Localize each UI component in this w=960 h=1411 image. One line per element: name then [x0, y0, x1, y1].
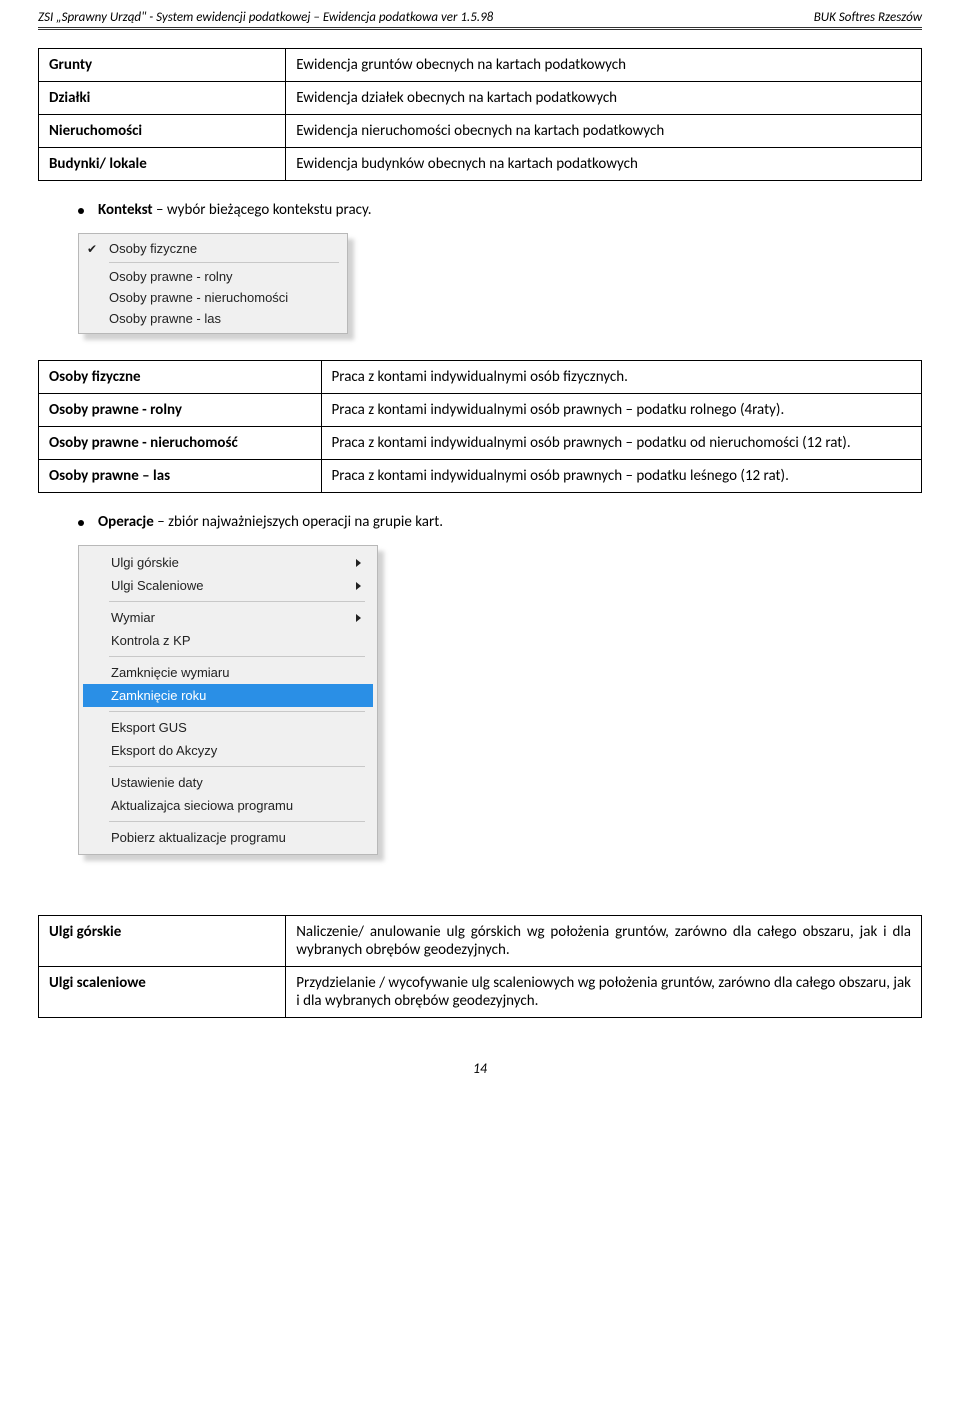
menu-label: Wymiar — [111, 610, 155, 625]
bullet-kontekst: Kontekst – wybór bieżącego kontekstu pra… — [78, 201, 922, 219]
table-row: Działki Ewidencja działek obecnych na ka… — [39, 82, 922, 115]
chevron-right-icon — [356, 582, 361, 590]
table-row: Budynki/ lokale Ewidencja budynków obecn… — [39, 148, 922, 181]
cell-desc: Ewidencja nieruchomości obecnych na kart… — [286, 115, 922, 148]
menu-item-eksport-akcyzy[interactable]: Eksport do Akcyzy — [83, 739, 373, 762]
cell-label: Działki — [39, 82, 286, 115]
menu-label: Eksport do Akcyzy — [111, 743, 217, 758]
table-row: Osoby fizyczne Praca z kontami indywidua… — [39, 361, 922, 394]
cell-label: Budynki/ lokale — [39, 148, 286, 181]
cell-desc: Przydzielanie / wycofywanie ulg scalenio… — [286, 967, 922, 1018]
menu-item-kontrola-kp[interactable]: Kontrola z KP — [83, 629, 373, 652]
menu-item-zamkniecie-wymiaru[interactable]: Zamknięcie wymiaru — [83, 661, 373, 684]
bullet-icon — [78, 208, 84, 214]
cell-label: Ulgi scaleniowe — [39, 967, 286, 1018]
bullet-text: Kontekst – wybór bieżącego kontekstu pra… — [98, 201, 372, 219]
table-row: Grunty Ewidencja gruntów obecnych na kar… — [39, 49, 922, 82]
menu-label: Zamknięcie roku — [111, 688, 206, 703]
chevron-right-icon — [356, 559, 361, 567]
menu-item-osoby-prawne-rolny[interactable]: Osoby prawne - rolny — [83, 266, 343, 287]
table-row: Ulgi scaleniowe Przydzielanie / wycofywa… — [39, 967, 922, 1018]
menu-label: Osoby prawne - nieruchomości — [109, 290, 288, 305]
bullet-icon — [78, 520, 84, 526]
header-right: BUK Softres Rzeszów — [814, 10, 922, 25]
bullet-text: Operacje – zbiór najważniejszych operacj… — [98, 513, 443, 531]
menu-item-ulgi-scaleniowe[interactable]: Ulgi Scaleniowe — [83, 574, 373, 597]
bullet-rest: – zbiór najważniejszych operacji na grup… — [154, 513, 443, 531]
header-rule — [38, 27, 922, 30]
document-header: ZSI „Sprawny Urząd" - System ewidencji p… — [0, 0, 960, 27]
bullet-bold: Kontekst — [98, 201, 153, 219]
cell-desc: Praca z kontami indywidualnymi osób praw… — [321, 427, 921, 460]
menu-item-ustawienie-daty[interactable]: Ustawienie daty — [83, 771, 373, 794]
menu-item-pobierz-aktualizacje[interactable]: Pobierz aktualizacje programu — [83, 826, 373, 849]
cell-desc: Praca z kontami indywidualnymi osób praw… — [321, 394, 921, 427]
menu-item-ulgi-gorskie[interactable]: Ulgi górskie — [83, 551, 373, 574]
menu-separator — [109, 262, 339, 263]
context-menu-kontekst: ✔ Osoby fizyczne Osoby prawne - rolny Os… — [78, 233, 348, 334]
menu-label: Osoby fizyczne — [109, 241, 197, 256]
bullet-operacje: Operacje – zbiór najważniejszych operacj… — [78, 513, 922, 531]
menu-label: Pobierz aktualizacje programu — [111, 830, 286, 845]
chevron-right-icon — [356, 614, 361, 622]
cell-desc: Ewidencja gruntów obecnych na kartach po… — [286, 49, 922, 82]
menu-body: ✔ Osoby fizyczne Osoby prawne - rolny Os… — [78, 233, 348, 334]
bullet-bold: Operacje — [98, 513, 154, 531]
cell-desc: Ewidencja budynków obecnych na kartach p… — [286, 148, 922, 181]
table-row: Osoby prawne - nieruchomość Praca z kont… — [39, 427, 922, 460]
menu-body: Ulgi górskie Ulgi Scaleniowe Wymiar Kont… — [78, 545, 378, 855]
menu-item-eksport-gus[interactable]: Eksport GUS — [83, 716, 373, 739]
bullet-rest: – wybór bieżącego kontekstu pracy. — [153, 201, 372, 219]
menu-item-aktualizacja-sieciowa[interactable]: Aktualizajca sieciowa programu — [83, 794, 373, 817]
menu-label: Ulgi Scaleniowe — [111, 578, 204, 593]
page-number: 14 — [0, 1038, 960, 1093]
menu-separator — [109, 601, 365, 602]
menu-label: Zamknięcie wymiaru — [111, 665, 229, 680]
menu-separator — [109, 821, 365, 822]
cell-desc: Praca z kontami indywidualnymi osób praw… — [321, 460, 921, 493]
menu-item-osoby-fizyczne[interactable]: ✔ Osoby fizyczne — [83, 238, 343, 259]
table-row: Ulgi górskie Naliczenie/ anulowanie ulg … — [39, 916, 922, 967]
menu-label: Aktualizajca sieciowa programu — [111, 798, 293, 813]
menu-label: Ulgi górskie — [111, 555, 179, 570]
cell-desc: Ewidencja działek obecnych na kartach po… — [286, 82, 922, 115]
menu-label: Eksport GUS — [111, 720, 187, 735]
cell-desc: Praca z kontami indywidualnymi osób fizy… — [321, 361, 921, 394]
cell-desc: Naliczenie/ anulowanie ulg górskich wg p… — [286, 916, 922, 967]
cell-label: Grunty — [39, 49, 286, 82]
cell-label: Osoby prawne - nieruchomość — [39, 427, 322, 460]
menu-label: Ustawienie daty — [111, 775, 203, 790]
table-ewidencja: Grunty Ewidencja gruntów obecnych na kar… — [38, 48, 922, 181]
table-osoby: Osoby fizyczne Praca z kontami indywidua… — [38, 360, 922, 493]
menu-separator — [109, 656, 365, 657]
cell-label: Osoby prawne – las — [39, 460, 322, 493]
cell-label: Nieruchomości — [39, 115, 286, 148]
table-row: Nieruchomości Ewidencja nieruchomości ob… — [39, 115, 922, 148]
menu-label: Kontrola z KP — [111, 633, 191, 648]
cell-label: Osoby prawne - rolny — [39, 394, 322, 427]
table-row: Osoby prawne - rolny Praca z kontami ind… — [39, 394, 922, 427]
table-ulgi: Ulgi górskie Naliczenie/ anulowanie ulg … — [38, 915, 922, 1018]
menu-item-wymiar[interactable]: Wymiar — [83, 606, 373, 629]
context-menu-operacje: Ulgi górskie Ulgi Scaleniowe Wymiar Kont… — [78, 545, 378, 855]
cell-label: Osoby fizyczne — [39, 361, 322, 394]
header-left: ZSI „Sprawny Urząd" - System ewidencji p… — [38, 10, 493, 25]
check-icon: ✔ — [87, 241, 109, 256]
menu-separator — [109, 766, 365, 767]
menu-item-osoby-prawne-las[interactable]: Osoby prawne - las — [83, 308, 343, 329]
menu-item-zamkniecie-roku[interactable]: Zamknięcie roku — [83, 684, 373, 707]
menu-label: Osoby prawne - las — [109, 311, 221, 326]
table-row: Osoby prawne – las Praca z kontami indyw… — [39, 460, 922, 493]
menu-item-osoby-prawne-nieruchomosci[interactable]: Osoby prawne - nieruchomości — [83, 287, 343, 308]
cell-label: Ulgi górskie — [39, 916, 286, 967]
menu-separator — [109, 711, 365, 712]
menu-label: Osoby prawne - rolny — [109, 269, 233, 284]
